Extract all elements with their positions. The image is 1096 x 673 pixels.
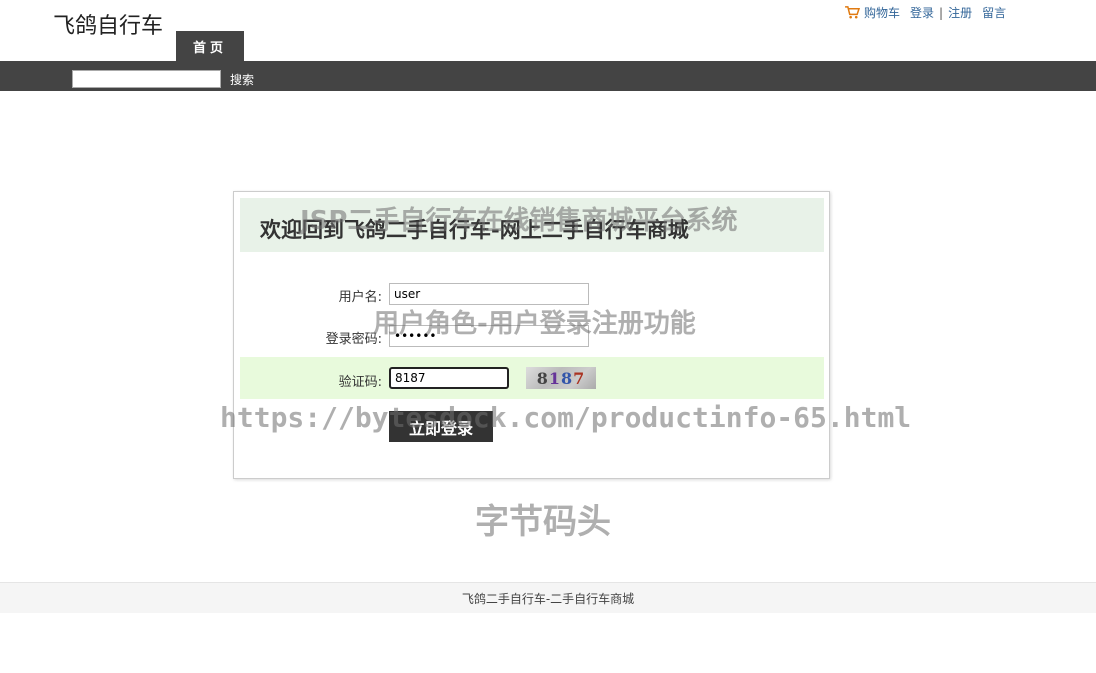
link-separator: | <box>939 5 944 20</box>
username-label: 用户名: <box>338 290 382 305</box>
navbar: 搜索 <box>0 61 1096 91</box>
login-title-bar: 欢迎回到飞鸽二手自行车-网上二手自行车商城 <box>240 198 824 252</box>
login-panel: 欢迎回到飞鸽二手自行车-网上二手自行车商城 用户名: 登录密码: 验证码: 8 … <box>233 191 830 479</box>
password-input[interactable] <box>389 325 589 347</box>
footer: 飞鸽二手自行车-二手自行车商城 <box>0 582 1096 613</box>
captcha-label: 验证码: <box>338 375 382 390</box>
captcha-char: 1 <box>548 368 561 388</box>
message-link[interactable]: 留言 <box>982 4 1006 21</box>
username-input[interactable] <box>389 283 589 305</box>
register-link[interactable]: 注册 <box>948 4 972 21</box>
captcha-char: 7 <box>573 368 586 388</box>
search-input[interactable] <box>72 70 221 88</box>
login-link[interactable]: 登录 <box>910 4 934 21</box>
cart-link[interactable]: 购物车 <box>864 4 900 21</box>
home-tab[interactable]: 首页 <box>176 31 244 61</box>
login-submit-button[interactable]: 立即登录 <box>389 411 493 442</box>
watermark-text: 字节码头 <box>475 502 611 542</box>
login-title: 欢迎回到飞鸽二手自行车-网上二手自行车商城 <box>260 218 689 242</box>
captcha-row: 验证码: 8 1 8 7 <box>240 357 824 399</box>
shopping-cart-icon[interactable] <box>845 6 860 19</box>
password-label: 登录密码: <box>325 332 382 347</box>
captcha-image[interactable]: 8 1 8 7 <box>526 367 596 389</box>
footer-text: 飞鸽二手自行车-二手自行车商城 <box>461 591 635 606</box>
captcha-char: 8 <box>561 368 574 388</box>
site-name: 飞鸽自行车 <box>53 14 164 39</box>
search-button[interactable]: 搜索 <box>230 71 254 88</box>
top-links: 购物车 登录 | 注册 留言 <box>845 4 1006 21</box>
captcha-char: 8 <box>536 368 549 388</box>
captcha-input[interactable] <box>389 367 509 389</box>
